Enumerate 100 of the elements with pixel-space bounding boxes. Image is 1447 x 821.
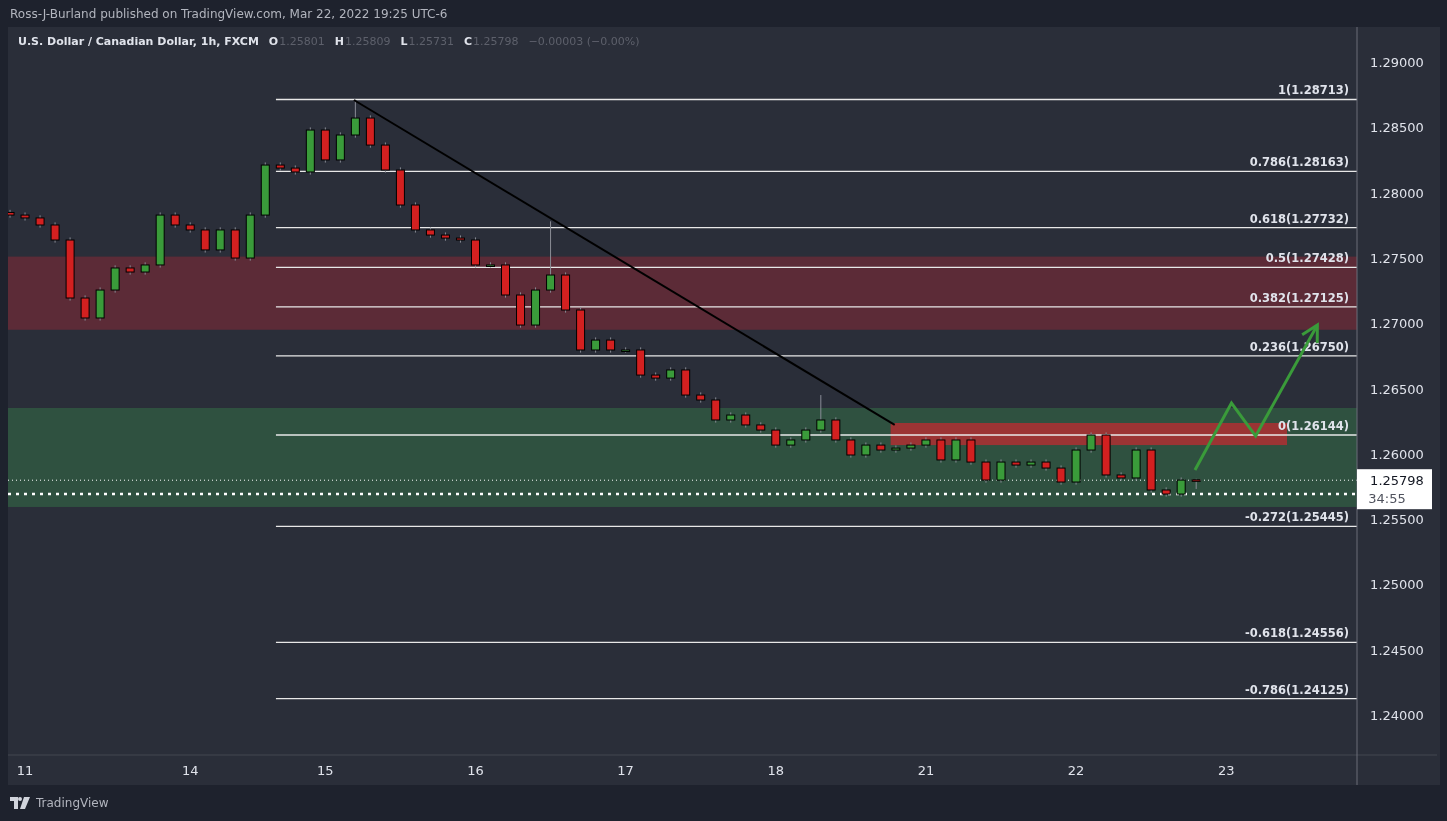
candle	[290, 164, 300, 176]
price-axis-label: 1.28500	[1370, 120, 1424, 136]
candle	[516, 291, 526, 329]
candle	[696, 391, 706, 404]
candle	[35, 214, 45, 229]
candle	[666, 366, 676, 382]
candle	[155, 211, 165, 269]
candle	[501, 261, 510, 299]
candle	[1131, 446, 1141, 482]
candle	[275, 161, 285, 172]
candle	[996, 458, 1006, 484]
candle	[921, 436, 931, 449]
candle	[711, 396, 721, 424]
candle	[170, 211, 180, 229]
symbol-title: U.S. Dollar / Canadian Dollar, 1h, FXCM	[18, 35, 259, 48]
fib-level-label: 0.382(1.27125)	[1249, 290, 1349, 305]
price-axis-label: 1.25000	[1370, 577, 1424, 593]
candle	[1116, 471, 1126, 482]
candle	[561, 271, 571, 314]
time-axis-label: 17	[617, 763, 634, 778]
candle	[185, 221, 195, 234]
candle	[125, 264, 135, 276]
candle	[786, 436, 796, 449]
tradingview-logo-icon	[10, 797, 30, 809]
fib-level-label: -0.272(1.25445)	[1244, 510, 1349, 525]
candle	[1161, 486, 1171, 498]
fib-level-label: -0.618(1.24556)	[1244, 626, 1349, 641]
candle	[801, 426, 811, 444]
price-axis-label: 1.24000	[1370, 708, 1424, 724]
candle	[936, 436, 946, 464]
time-axis-label: 23	[1217, 763, 1235, 778]
time-axis-label: 11	[16, 763, 34, 778]
candle	[425, 226, 435, 239]
candle	[335, 131, 345, 164]
candle	[1191, 478, 1201, 490]
candle	[951, 436, 961, 464]
candle	[591, 336, 601, 354]
candle	[410, 201, 420, 234]
candle	[741, 411, 751, 429]
candle	[230, 226, 240, 262]
time-axis-label: 22	[1067, 763, 1085, 778]
candle	[200, 226, 210, 254]
candle	[350, 99, 360, 139]
candle	[756, 421, 766, 434]
candle	[1041, 458, 1051, 472]
fib-level-label: -0.786(1.24125)	[1244, 682, 1349, 697]
fib-level-label: 0.5(1.27428)	[1265, 251, 1349, 266]
candle	[95, 286, 105, 322]
price-axis-label: 1.26000	[1370, 446, 1424, 462]
candle	[846, 436, 856, 459]
countdown-label: 34:55	[1368, 491, 1406, 507]
candle	[1056, 464, 1066, 486]
fib-level-label: 0.618(1.27732)	[1249, 211, 1349, 226]
candle	[110, 264, 120, 294]
candle	[726, 411, 736, 424]
price-axis-label: 1.27000	[1370, 316, 1424, 332]
price-axis-label: 1.27500	[1370, 250, 1424, 266]
candle	[50, 221, 60, 244]
brand-name: TradingView	[36, 796, 109, 810]
candle	[215, 226, 225, 254]
candle	[1086, 431, 1096, 454]
publisher-line: Ross-J-Burland published on TradingView.com, Mar 22, 2022 19:25 UTC-6	[10, 6, 448, 21]
candle	[1101, 431, 1111, 479]
candle	[966, 436, 976, 466]
candle	[861, 441, 871, 459]
candle	[395, 166, 405, 209]
time-axis-label: 14	[181, 763, 199, 778]
time-axis-label: 16	[467, 763, 484, 778]
candle	[365, 114, 375, 149]
price-axis-label: 1.24500	[1370, 642, 1424, 658]
candle	[876, 441, 886, 454]
candle	[320, 126, 330, 164]
candle	[636, 346, 646, 379]
candle	[260, 161, 270, 219]
candle	[981, 458, 991, 484]
candle	[576, 306, 586, 354]
candle	[305, 126, 315, 176]
candle	[606, 336, 616, 354]
candle	[531, 286, 541, 329]
candle	[80, 294, 90, 322]
time-axis-label: 18	[767, 763, 785, 778]
price-axis-label: 1.26500	[1370, 381, 1424, 397]
candle	[8, 209, 15, 219]
candle	[245, 211, 255, 262]
price-axis-label: 1.28000	[1370, 185, 1424, 201]
fib-level-label: 0.786(1.28163)	[1249, 155, 1349, 170]
candle	[681, 366, 691, 399]
candle	[65, 236, 75, 302]
candle	[1176, 476, 1186, 498]
candle	[831, 416, 841, 444]
current-price-label: 1.25798	[1370, 473, 1424, 489]
fib-level-label: 1(1.28713)	[1278, 83, 1349, 98]
price-axis-label: 1.29000	[1370, 55, 1424, 70]
candle	[380, 141, 390, 174]
candle	[471, 236, 480, 269]
candle	[816, 394, 826, 434]
time-axis-label: 15	[317, 763, 334, 778]
candle	[140, 261, 150, 276]
price-axis-label: 1.25500	[1370, 512, 1424, 528]
candle	[771, 426, 781, 449]
